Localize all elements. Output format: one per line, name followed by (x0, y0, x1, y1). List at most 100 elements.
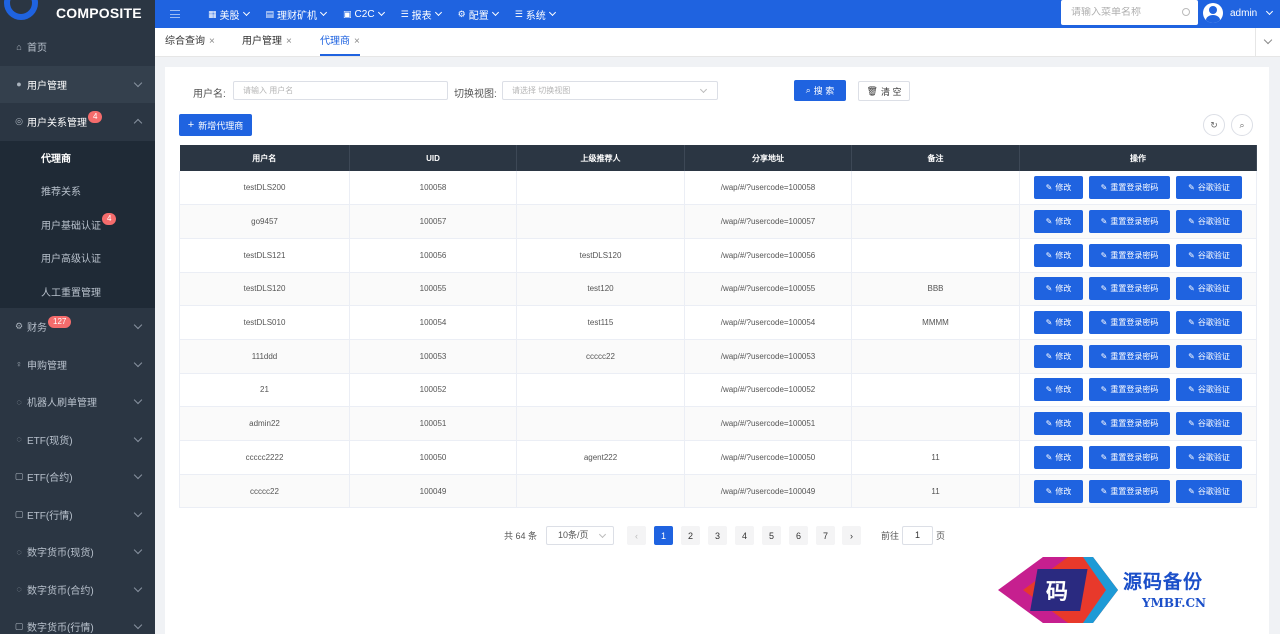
google-auth-button[interactable]: ✎ 谷歌验证 (1176, 344, 1242, 368)
top-menu-4[interactable]: ⚙ 配置 (458, 7, 499, 22)
chevron-down-icon[interactable] (133, 470, 143, 480)
top-menu-3[interactable]: ☰ 报表 (401, 7, 442, 22)
google-auth-button[interactable]: ✎ 谷歌验证 (1176, 176, 1242, 200)
google-auth-button[interactable]: ✎ 谷歌验证 (1176, 479, 1242, 503)
chevron-down-icon (548, 8, 556, 17)
user-name[interactable]: admin (1230, 8, 1257, 19)
search-toggle-icon[interactable]: ⌕ (1231, 114, 1253, 136)
chevron-down-icon[interactable] (133, 358, 143, 367)
reset-password-button[interactable]: ✎ 重置登录密码 (1089, 176, 1170, 200)
sidebar-subitem-0[interactable]: 代理商 (0, 140, 155, 174)
chevron-down-icon[interactable] (133, 583, 143, 592)
search-button[interactable]: ⌕ 搜 索 (794, 80, 846, 101)
menu-search-input[interactable] (1071, 7, 1171, 18)
chevron-down-icon[interactable] (133, 508, 143, 517)
sidebar-item-10[interactable]: ◌ 数字货币(合约) (0, 571, 155, 609)
sidebar-item-9[interactable]: ◌ 数字货币(现货) (0, 533, 155, 571)
page-button[interactable]: 7 (816, 526, 835, 545)
sidebar-subitem-4[interactable]: 人工重置管理 (0, 274, 155, 308)
goto-page-input[interactable]: 1 (902, 526, 933, 545)
edit-icon: ✎ (1100, 183, 1108, 193)
google-auth-button[interactable]: ✎ 谷歌验证 (1176, 412, 1242, 436)
chevron-down-icon[interactable] (1265, 7, 1274, 16)
edit-button[interactable]: ✎ 修改 (1034, 445, 1083, 469)
sidebar-item-3[interactable]: ⚙ 财务 127 (0, 308, 155, 346)
sidebar-item-7[interactable]: ▢ ETF(合约) (0, 458, 155, 496)
tabs-dropdown-icon[interactable] (1255, 28, 1280, 56)
clear-button[interactable]: 🗑 清 空 (858, 81, 910, 101)
sidebar-item-6[interactable]: ◌ ETF(现货) (0, 421, 155, 459)
edit-button[interactable]: ✎ 修改 (1034, 176, 1083, 200)
edit-button[interactable]: ✎ 修改 (1034, 479, 1083, 503)
chevron-down-icon[interactable] (133, 395, 143, 405)
chevron-down-icon[interactable] (133, 320, 143, 330)
next-page-button[interactable]: › (842, 526, 861, 545)
edit-button[interactable]: ✎ 修改 (1034, 311, 1083, 335)
close-icon[interactable]: × (354, 36, 360, 47)
top-menu-5[interactable]: ☰ 系统 (515, 7, 556, 22)
reset-password-button[interactable]: ✎ 重置登录密码 (1089, 243, 1170, 267)
google-auth-button[interactable]: ✎ 谷歌验证 (1176, 445, 1242, 469)
prev-page-button[interactable]: ‹ (627, 526, 646, 545)
edit-button[interactable]: ✎ 修改 (1034, 378, 1083, 402)
close-icon[interactable]: × (209, 36, 215, 47)
sidebar-item-11[interactable]: ▢ 数字货币(行情) (0, 608, 155, 634)
google-auth-button[interactable]: ✎ 谷歌验证 (1176, 311, 1242, 335)
page-button[interactable]: 3 (708, 526, 727, 545)
avatar[interactable] (1203, 3, 1223, 23)
reset-password-button[interactable]: ✎ 重置登录密码 (1089, 311, 1170, 335)
top-menu-2[interactable]: ▣ C2C (343, 9, 385, 20)
close-icon[interactable]: × (286, 36, 292, 47)
page-button[interactable]: 6 (789, 526, 808, 545)
tab-agents[interactable]: 代理商 × (320, 28, 360, 56)
refresh-icon[interactable]: ↻ (1203, 114, 1225, 136)
table-cell: 11 (851, 440, 1020, 475)
reset-password-button[interactable]: ✎ 重置登录密码 (1089, 445, 1170, 469)
reset-password-button[interactable]: ✎ 重置登录密码 (1089, 412, 1170, 436)
page-button[interactable]: 5 (762, 526, 781, 545)
sidebar-item-0[interactable]: ⌂ 首页 (0, 28, 155, 66)
tab-user-management[interactable]: 用户管理 × (242, 28, 292, 56)
chevron-down-icon[interactable] (598, 530, 607, 539)
google-auth-button[interactable]: ✎ 谷歌验证 (1176, 210, 1242, 234)
sidebar-subitem-2[interactable]: 用户基础认证 4 (0, 207, 155, 241)
menu-search[interactable] (1061, 0, 1198, 25)
top-menu-0[interactable]: ▦ 美股 (208, 7, 250, 22)
page-button[interactable]: 2 (681, 526, 700, 545)
sidebar-item-8[interactable]: ▢ ETF(行情) (0, 496, 155, 534)
edit-button[interactable]: ✎ 修改 (1034, 210, 1083, 234)
sidebar-item-4[interactable]: ♀ 申购管理 (0, 346, 155, 384)
chevron-down-icon[interactable] (133, 620, 143, 630)
google-auth-button[interactable]: ✎ 谷歌验证 (1176, 277, 1242, 301)
google-auth-button[interactable]: ✎ 谷歌验证 (1176, 378, 1242, 402)
page-button[interactable]: 1 (654, 526, 673, 545)
edit-button[interactable]: ✎ 修改 (1034, 277, 1083, 301)
reset-password-button[interactable]: ✎ 重置登录密码 (1089, 277, 1170, 301)
reset-password-button[interactable]: ✎ 重置登录密码 (1089, 344, 1170, 368)
chevron-up-icon[interactable] (133, 118, 143, 128)
chevron-down-icon[interactable] (133, 78, 143, 87)
chevron-down-icon[interactable] (133, 433, 143, 442)
search-icon[interactable] (1182, 8, 1190, 16)
page-size-select[interactable]: 10条/页 (546, 526, 614, 545)
sidebar-subitem-3[interactable]: 用户高级认证 (0, 241, 155, 275)
reset-password-button[interactable]: ✎ 重置登录密码 (1089, 479, 1170, 503)
edit-button[interactable]: ✎ 修改 (1034, 344, 1083, 368)
sidebar-subitem-1[interactable]: 推荐关系 (0, 174, 155, 208)
username-input[interactable] (233, 81, 448, 100)
edit-button[interactable]: ✎ 修改 (1034, 412, 1083, 436)
edit-button[interactable]: ✎ 修改 (1034, 243, 1083, 267)
menu-toggle-icon[interactable] (170, 10, 180, 18)
reset-password-button[interactable]: ✎ 重置登录密码 (1089, 378, 1170, 402)
add-agent-button[interactable]: + 新增代理商 (179, 114, 252, 136)
view-select[interactable] (502, 81, 718, 100)
google-auth-button[interactable]: ✎ 谷歌验证 (1176, 243, 1242, 267)
sidebar-item-5[interactable]: ◌ 机器人刷单管理 (0, 383, 155, 421)
sidebar-item-1[interactable]: ● 用户管理 (0, 65, 155, 103)
tab-overview[interactable]: 综合查询 × (165, 28, 215, 56)
sidebar-item-2[interactable]: ◎ 用户关系管理 4 (0, 103, 155, 141)
reset-password-button[interactable]: ✎ 重置登录密码 (1089, 210, 1170, 234)
page-button[interactable]: 4 (735, 526, 754, 545)
top-menu-1[interactable]: ▤ 理财矿机 (266, 7, 328, 22)
chevron-down-icon[interactable] (133, 545, 143, 555)
